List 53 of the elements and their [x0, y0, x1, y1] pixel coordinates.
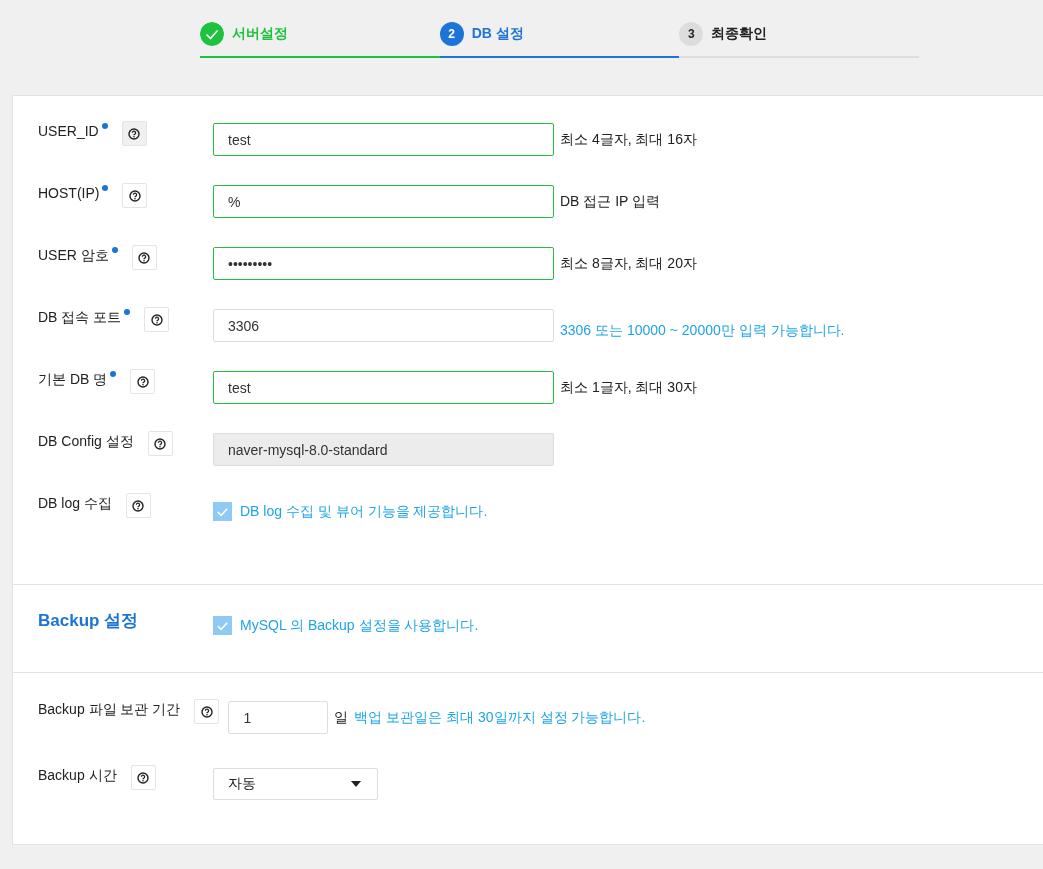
input-field[interactable]: 3306 [213, 309, 554, 342]
hint-text: 백업 보관일은 최대 30일까지 설정 가능합니다. [354, 708, 646, 727]
step-label: DB 설정 [471, 25, 524, 43]
help-icon [137, 771, 150, 784]
field-label: Backup 파일 보관 기간 [38, 701, 181, 719]
checkbox[interactable] [213, 502, 232, 521]
caret-icon [351, 780, 361, 787]
hint-text: 최소 1글자, 최대 30자 [560, 378, 697, 397]
select-field[interactable]: 자동 [213, 767, 378, 800]
help-icon [128, 127, 141, 140]
help-button[interactable] [122, 183, 148, 208]
help-button[interactable] [130, 369, 156, 394]
field-label: 기본 DB 명 [38, 371, 108, 389]
help-icon [138, 251, 151, 264]
help-icon [136, 375, 149, 388]
field-label: USER_ID [38, 123, 99, 139]
field-label: HOST(IP) [38, 185, 100, 201]
field-label: Backup 시간 [38, 767, 117, 785]
field-label: DB log 수집 [38, 495, 112, 513]
help-button[interactable] [130, 765, 156, 790]
step-label: 최종확인 [711, 25, 768, 43]
input-field[interactable]: naver-mysql-8.0-standard [213, 433, 554, 466]
help-button[interactable] [147, 431, 173, 456]
help-button[interactable] [144, 307, 170, 332]
checkbox-label: DB log 수집 및 뷰어 기능을 제공합니다. [240, 502, 488, 521]
input-field[interactable]: % [213, 185, 554, 218]
step-number: 2 [439, 22, 464, 46]
field-label: DB Config 설정 [38, 433, 134, 451]
help-icon [154, 437, 167, 450]
hint-text: 최소 4글자, 최대 16자 [560, 130, 697, 149]
checkbox-label: MySQL 의 Backup 설정을 사용합니다. [240, 616, 479, 635]
checkbox[interactable] [213, 616, 232, 635]
field-label: DB 접속 포트 [38, 309, 122, 327]
help-button[interactable] [194, 699, 220, 724]
input-field[interactable]: test [213, 371, 554, 404]
field-label: USER 암호 [38, 247, 109, 265]
help-icon [200, 705, 213, 718]
help-button[interactable] [121, 121, 147, 146]
help-button[interactable] [125, 493, 151, 518]
input-field[interactable]: 1 [228, 701, 329, 734]
section-title: Backup 설정 [38, 610, 139, 632]
hint-text: 3306 또는 10000 ~ 20000만 입력 가능합니다. [560, 321, 845, 340]
help-icon [150, 313, 163, 326]
step-label: 서버설정 [232, 25, 288, 43]
help-icon [128, 189, 141, 202]
unit-label: 일 [334, 708, 349, 727]
step-number: 3 [679, 22, 704, 46]
hint-text: 최소 8글자, 최대 20자 [560, 254, 697, 273]
help-icon [132, 499, 145, 512]
input-field[interactable]: ••••••••• [213, 247, 554, 280]
help-button[interactable] [131, 245, 157, 270]
hint-text: DB 접근 IP 입력 [560, 192, 661, 211]
input-field[interactable]: test [213, 123, 554, 156]
